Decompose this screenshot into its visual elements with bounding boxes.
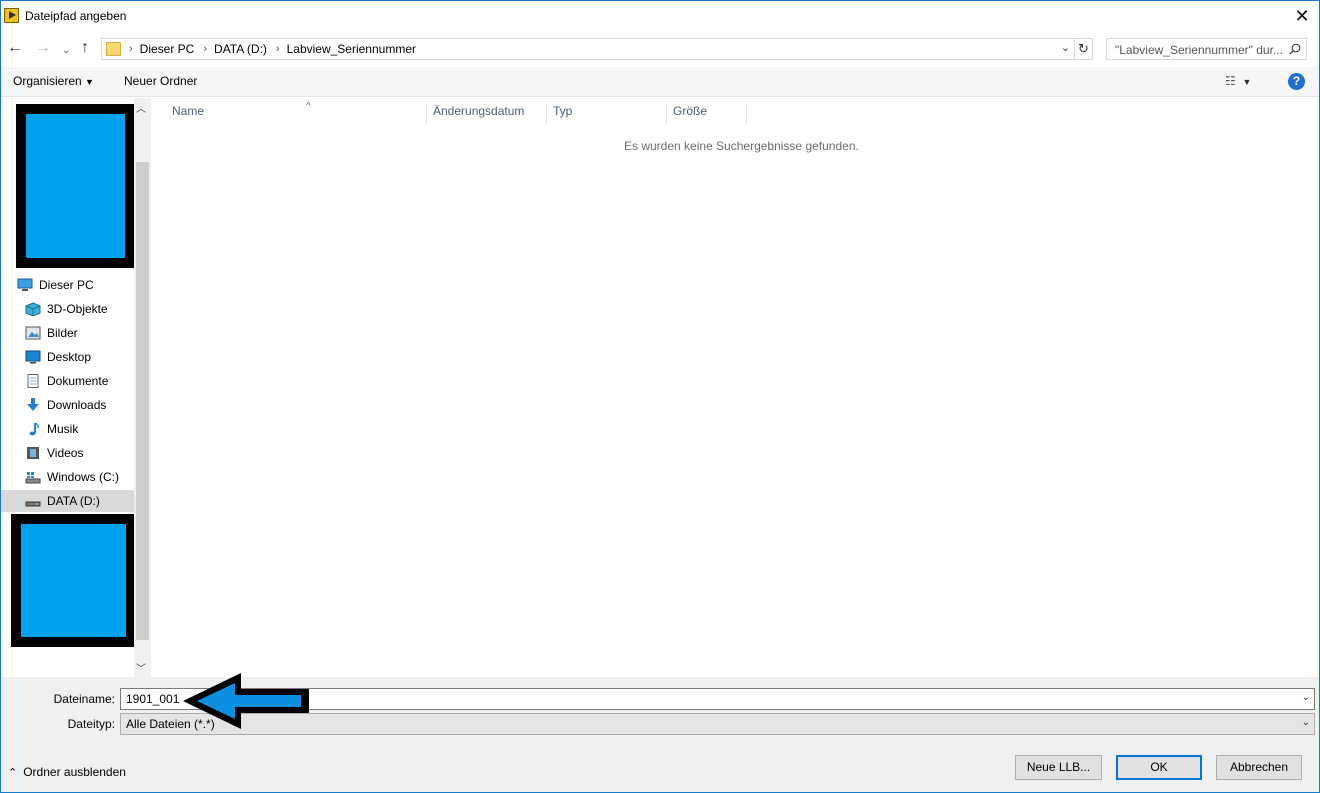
nav-item-musik[interactable]: Musik (25, 418, 134, 440)
chevron-down-icon[interactable]: ⌄ (1302, 692, 1310, 703)
recent-chevron-icon[interactable]: ⌄ (62, 42, 70, 60)
nav-item-label: Videos (47, 446, 84, 460)
nav-item-label: Dieser PC (39, 278, 94, 292)
desktop-icon (25, 350, 41, 364)
command-toolbar: Organisieren ▼ Neuer Ordner ☷ ▼ ? (1, 67, 1319, 97)
column-header-type[interactable]: Typ (547, 104, 667, 124)
redacted-block (16, 104, 135, 268)
cube-icon (25, 302, 41, 317)
new-folder-button[interactable]: Neuer Ordner (124, 74, 197, 88)
chevron-down-icon: ▼ (1242, 77, 1252, 87)
nav-item-3d-objekte[interactable]: 3D-Objekte (25, 298, 134, 320)
column-header-date[interactable]: Änderungsdatum (427, 104, 547, 124)
address-dropdown-icon[interactable]: ⌄ (1061, 41, 1070, 54)
refresh-button[interactable]: ↻ (1075, 38, 1093, 60)
scroll-up-icon[interactable]: ︿ (136, 100, 146, 115)
column-header-name[interactable]: Name ^ (166, 101, 427, 124)
drive-icon (25, 470, 41, 484)
back-arrow-icon[interactable]: ← (7, 39, 23, 57)
organize-menu[interactable]: Organisieren ▼ (13, 74, 94, 88)
forward-arrow-icon[interactable]: → (35, 39, 51, 57)
navigation-pane: Dieser PC 3D-Objekte Bilder Desktop Doku… (1, 98, 151, 677)
scroll-down-icon[interactable]: ﹀ (136, 660, 146, 675)
filetype-label: Dateityp: (67, 717, 115, 731)
filename-value: 1901_001 (126, 692, 180, 706)
nav-item-downloads[interactable]: Downloads (25, 394, 134, 416)
breadcrumb-labview-folder[interactable]: Labview_Seriennummer (287, 42, 416, 56)
scrollbar-thumb[interactable] (136, 162, 149, 640)
nav-scrollbar[interactable]: ︿ ﹀ (134, 98, 151, 677)
nav-item-videos[interactable]: Videos (25, 442, 134, 464)
help-icon[interactable]: ? (1288, 73, 1305, 90)
address-bar[interactable]: › Dieser PC › DATA (D:) › Labview_Serien… (101, 38, 1075, 60)
annotation-arrow-icon (183, 673, 309, 729)
breadcrumb-separator-icon[interactable]: › (203, 43, 207, 55)
nav-item-label: Bilder (47, 326, 78, 340)
nav-item-dokumente[interactable]: Dokumente (25, 370, 134, 392)
pictures-icon (25, 326, 41, 340)
filename-label: Dateiname: (53, 692, 115, 706)
refresh-icon: ↻ (1078, 41, 1089, 56)
computer-icon (17, 278, 33, 292)
nav-item-label: Dokumente (47, 374, 109, 388)
nav-item-bilder[interactable]: Bilder (25, 322, 134, 344)
window-title: Dateipfad angeben (25, 9, 127, 23)
nav-item-label: Musik (47, 422, 79, 436)
nav-item-desktop[interactable]: Desktop (25, 346, 134, 368)
nav-item-dieser-pc[interactable]: Dieser PC (17, 274, 134, 296)
breadcrumb-separator-icon: › (129, 43, 133, 55)
nav-item-label: Windows (C:) (47, 470, 120, 484)
file-dialog-window: Dateipfad angeben ✕ ← → ⌄ ↑ › Dieser PC … (0, 0, 1320, 793)
breadcrumb-data-drive[interactable]: DATA (D:) (214, 42, 267, 56)
up-arrow-icon[interactable]: ↑ (81, 39, 89, 57)
labview-icon (4, 8, 19, 23)
search-icon (1289, 43, 1301, 55)
details-view-icon: ☷ (1225, 74, 1236, 88)
video-icon (25, 446, 41, 460)
breadcrumb: › Dieser PC › DATA (D:) › Labview_Serien… (126, 42, 422, 56)
new-llb-button[interactable]: Neue LLB... (1015, 755, 1102, 780)
music-icon (25, 422, 41, 436)
breadcrumb-dieser-pc[interactable]: Dieser PC (140, 42, 195, 56)
title-bar: Dateipfad angeben ✕ (1, 1, 1319, 32)
empty-message: Es wurden keine Suchergebnisse gefunden. (624, 139, 859, 153)
view-options-button[interactable]: ☷ ▼ (1225, 74, 1251, 88)
folder-icon (106, 42, 121, 56)
close-button[interactable]: ✕ (1291, 5, 1313, 27)
search-placeholder: "Labview_Seriennummer" dur... (1115, 43, 1283, 57)
chevron-down-icon[interactable]: ⌄ (1302, 717, 1310, 728)
hide-folders-toggle[interactable]: ⌃ Ordner ausblenden (8, 765, 126, 779)
organize-label: Organisieren (13, 74, 82, 88)
chevron-up-icon: ⌃ (8, 766, 18, 779)
nav-item-label: Desktop (47, 350, 92, 364)
nav-item-windows-c[interactable]: Windows (C:) (25, 466, 134, 488)
hide-folders-label: Ordner ausblenden (23, 765, 126, 779)
column-header-size[interactable]: Größe (667, 104, 747, 124)
chevron-down-icon: ▼ (85, 77, 94, 87)
nav-item-label: 3D-Objekte (47, 302, 108, 316)
nav-item-label: Downloads (47, 398, 107, 412)
redacted-block (11, 514, 136, 647)
cancel-button[interactable]: Abbrechen (1216, 755, 1302, 780)
breadcrumb-separator-icon[interactable]: › (276, 43, 280, 55)
drive-icon (25, 494, 41, 508)
column-label: Name (172, 104, 205, 118)
sort-ascending-icon: ^ (306, 101, 311, 112)
nav-item-data-d[interactable]: DATA (D:) (1, 490, 134, 512)
search-input[interactable]: "Labview_Seriennummer" dur... (1106, 38, 1307, 60)
file-list[interactable]: Name ^ Änderungsdatum Typ Größe Es wurde… (151, 98, 1319, 677)
ok-button[interactable]: OK (1116, 755, 1202, 780)
download-icon (25, 398, 41, 412)
document-icon (25, 374, 41, 388)
nav-item-label: DATA (D:) (47, 494, 100, 508)
